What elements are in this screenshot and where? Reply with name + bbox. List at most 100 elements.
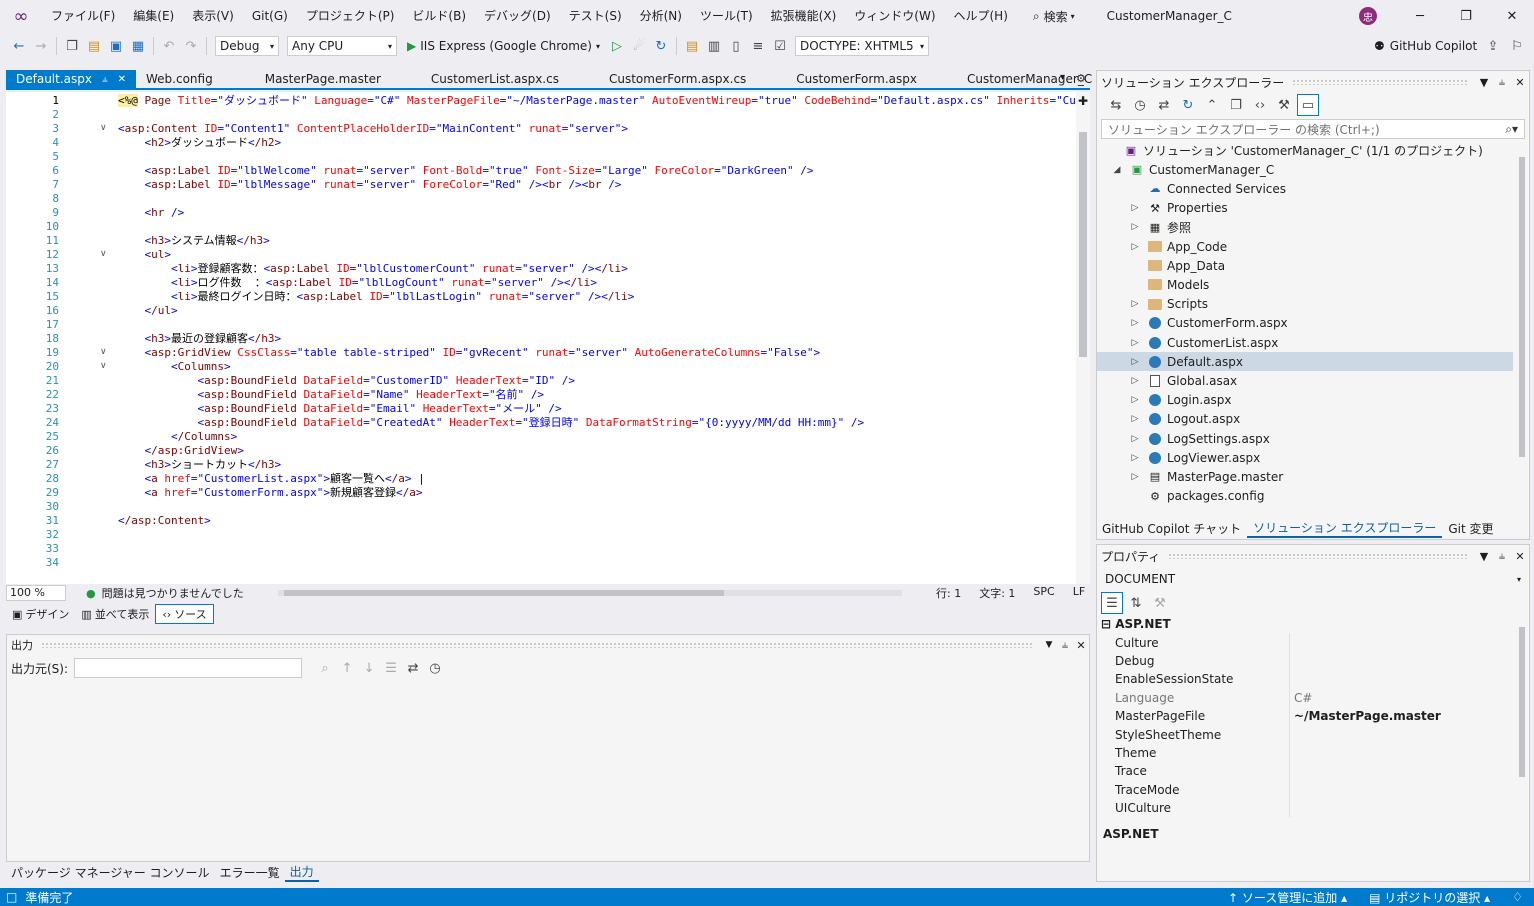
scrollbar-thumb[interactable] xyxy=(1519,157,1525,457)
menu-project[interactable]: プロジェクト(P) xyxy=(297,0,404,32)
code-line[interactable]: <h3>最近の登録顧客</h3> xyxy=(118,332,282,346)
wrench-icon[interactable]: ⚒ xyxy=(1273,94,1295,116)
zoom-select[interactable]: 100 % xyxy=(6,585,66,601)
output-source-select[interactable] xyxy=(74,658,303,678)
back-icon[interactable]: ← xyxy=(8,35,30,57)
property-row[interactable]: StyleSheetTheme xyxy=(1097,725,1511,744)
expand-arrow-icon[interactable]: ▷ xyxy=(1129,472,1141,482)
menu-git[interactable]: Git(G) xyxy=(243,0,297,32)
tree-node[interactable]: ▷ Global.asax xyxy=(1097,371,1513,390)
menu-analyze[interactable]: 分析(N) xyxy=(631,0,691,32)
expand-arrow-icon[interactable]: ▷ xyxy=(1129,434,1141,444)
select-repository-button[interactable]: ▤ リポジトリの選択 ▴ xyxy=(1369,889,1490,906)
expand-arrow-icon[interactable]: ◢ xyxy=(1111,165,1123,175)
menu-file[interactable]: ファイル(F) xyxy=(42,0,124,32)
expand-arrow-icon[interactable]: ▷ xyxy=(1129,203,1141,213)
tab-overflow-icon[interactable]: ▾ xyxy=(1060,72,1065,83)
tree-node[interactable]: ☁ Connected Services xyxy=(1097,179,1513,198)
property-value[interactable] xyxy=(1289,633,1511,652)
code-line[interactable]: <h3>システム情報</h3> xyxy=(118,234,270,248)
tab-output[interactable]: 出力 xyxy=(284,863,319,882)
tree-node[interactable]: ▷ CustomerList.aspx xyxy=(1097,333,1513,352)
redo-icon[interactable]: ↷ xyxy=(180,35,202,57)
property-row[interactable]: Trace xyxy=(1097,762,1511,781)
column-indicator[interactable]: 文字: 1 xyxy=(979,585,1015,601)
fold-toggle-icon[interactable]: ∨ xyxy=(100,249,107,259)
forward-icon[interactable]: → xyxy=(30,35,52,57)
document-icon[interactable]: ▯ xyxy=(725,35,747,57)
property-value[interactable]: ~/MasterPage.master xyxy=(1289,707,1511,726)
pin-icon[interactable]: ⫨ xyxy=(1493,549,1511,563)
code-line[interactable]: </ul> xyxy=(118,304,178,318)
tab-customerform-aspx[interactable]: CustomerForm.aspx xyxy=(786,70,927,88)
tree-node[interactable]: ▷ Logout.aspx xyxy=(1097,410,1513,429)
code-line[interactable]: <asp:BoundField DataField="Name" HeaderT… xyxy=(118,388,545,402)
chevron-down-icon[interactable]: ▼ xyxy=(1041,640,1057,650)
property-value[interactable] xyxy=(1289,743,1511,763)
output-status-icon[interactable]: □ xyxy=(6,890,17,904)
tree-node[interactable]: ▣ ソリューション 'CustomerManager_C' (1/1 のプロジェク… xyxy=(1097,141,1513,160)
user-avatar[interactable]: 忠 xyxy=(1359,7,1377,25)
notifications-icon[interactable]: ♢ xyxy=(1512,890,1523,904)
code-line[interactable]: <Columns> xyxy=(118,360,231,374)
layout-icon[interactable]: ▥ xyxy=(703,35,725,57)
scrollbar-thumb[interactable] xyxy=(1079,132,1087,357)
expand-arrow-icon[interactable]: ▷ xyxy=(1129,357,1141,367)
pin-icon[interactable]: ⫨ xyxy=(1057,638,1073,652)
pending-changes-icon[interactable]: ⇄ xyxy=(1153,94,1175,116)
code-line[interactable]: <asp:BoundField DataField="Email" Header… xyxy=(118,402,562,416)
clock-icon[interactable]: ◷ xyxy=(424,657,446,679)
menu-view[interactable]: 表示(V) xyxy=(183,0,243,32)
line-ending-indicator[interactable]: LF xyxy=(1073,585,1085,601)
tab-masterpage-master[interactable]: MasterPage.master xyxy=(255,70,391,88)
tab-web-config[interactable]: Web.config xyxy=(136,70,223,88)
close-window-button[interactable]: ✕ xyxy=(1489,0,1534,32)
property-row[interactable]: Language C# xyxy=(1097,688,1511,707)
tab-default-aspx[interactable]: Default.aspx ⫨ ✕ xyxy=(6,70,137,88)
code-line[interactable]: <h2>ダッシュボード</h2> xyxy=(118,136,282,150)
property-value[interactable] xyxy=(1289,670,1511,689)
tab-design[interactable]: ▣ デザイン xyxy=(6,604,75,624)
tree-node[interactable]: ▷ ⚒ Properties xyxy=(1097,199,1513,218)
start-debugging-button[interactable]: ▶ IIS Express (Google Chrome) ▾ xyxy=(407,39,600,53)
new-project-icon[interactable]: ❐ xyxy=(61,35,83,57)
start-without-debugging-icon[interactable]: ▷ xyxy=(606,35,628,57)
menu-window[interactable]: ウィンドウ(W) xyxy=(845,0,944,32)
close-icon[interactable]: ✕ xyxy=(1511,550,1529,563)
chevron-down-icon[interactable]: ▼ xyxy=(1475,76,1493,89)
tree-node[interactable]: ▷ CustomerForm.aspx xyxy=(1097,314,1513,333)
gear-icon[interactable]: ⚙ xyxy=(1076,72,1086,85)
code-line[interactable]: <a href="CustomerForm.aspx">新規顧客登録</a> xyxy=(118,486,423,500)
expand-arrow-icon[interactable]: ▷ xyxy=(1129,395,1141,405)
code-line[interactable]: </asp:GridView> xyxy=(118,444,244,458)
issues-status[interactable]: 問題は見つかりませんでした xyxy=(102,585,244,601)
tab-split[interactable]: ▥ 並べて表示 xyxy=(75,604,155,624)
view-code-icon[interactable]: ‹› xyxy=(1249,94,1271,116)
menu-edit[interactable]: 編集(E) xyxy=(124,0,183,32)
expand-arrow-icon[interactable]: ▷ xyxy=(1129,222,1141,232)
code-line[interactable]: <hr /> xyxy=(118,206,185,220)
code-line[interactable]: <a href="CustomerList.aspx">顧客一覧へ</a> | xyxy=(118,472,425,486)
minimize-button[interactable]: ─ xyxy=(1397,0,1443,32)
tree-node[interactable]: ▷ Login.aspx xyxy=(1097,391,1513,410)
code-line[interactable]: <asp:Label ID="lblMessage" runat="server… xyxy=(118,178,622,192)
find-message-icon[interactable]: ⌕ xyxy=(314,657,336,679)
tree-node[interactable]: ▷ Scripts xyxy=(1097,295,1513,314)
word-wrap-icon[interactable]: ⇄ xyxy=(402,657,424,679)
tree-node[interactable]: ▷ App_Code xyxy=(1097,237,1513,256)
tab-customerform-aspx-cs[interactable]: CustomerForm.aspx.cs xyxy=(599,70,756,88)
global-search-button[interactable]: ⌕ 検索 ▾ xyxy=(1025,8,1083,25)
code-editor[interactable]: 1 2 3 4 5 6 7 8 9 10 11 12 13 14 15 16 17 18 19 20 21 22 23 24 2… xyxy=(6,92,1090,584)
expand-arrow-icon[interactable]: ▷ xyxy=(1129,299,1141,309)
property-row[interactable]: Debug xyxy=(1097,651,1511,671)
tree-node[interactable]: ▷ ▦ 参照 xyxy=(1097,218,1513,237)
expand-arrow-icon[interactable]: ▷ xyxy=(1129,376,1141,386)
code-line[interactable]: <li>ログ件数 ：<asp:Label ID="lblLogCount" ru… xyxy=(118,276,597,290)
collapse-all-icon[interactable]: ⌃ xyxy=(1201,94,1223,116)
hot-reload-icon[interactable]: ☄ xyxy=(628,35,650,57)
tab-git-changes[interactable]: Git 変更 xyxy=(1442,520,1499,537)
code-line[interactable]: <asp:BoundField DataField="CreatedAt" He… xyxy=(118,416,865,430)
add-to-source-control-button[interactable]: ↑ ソース管理に追加 ▴ xyxy=(1228,889,1347,906)
editor-vertical-scrollbar[interactable]: ✚ xyxy=(1076,92,1090,584)
history-icon[interactable]: ◷ xyxy=(1129,94,1151,116)
